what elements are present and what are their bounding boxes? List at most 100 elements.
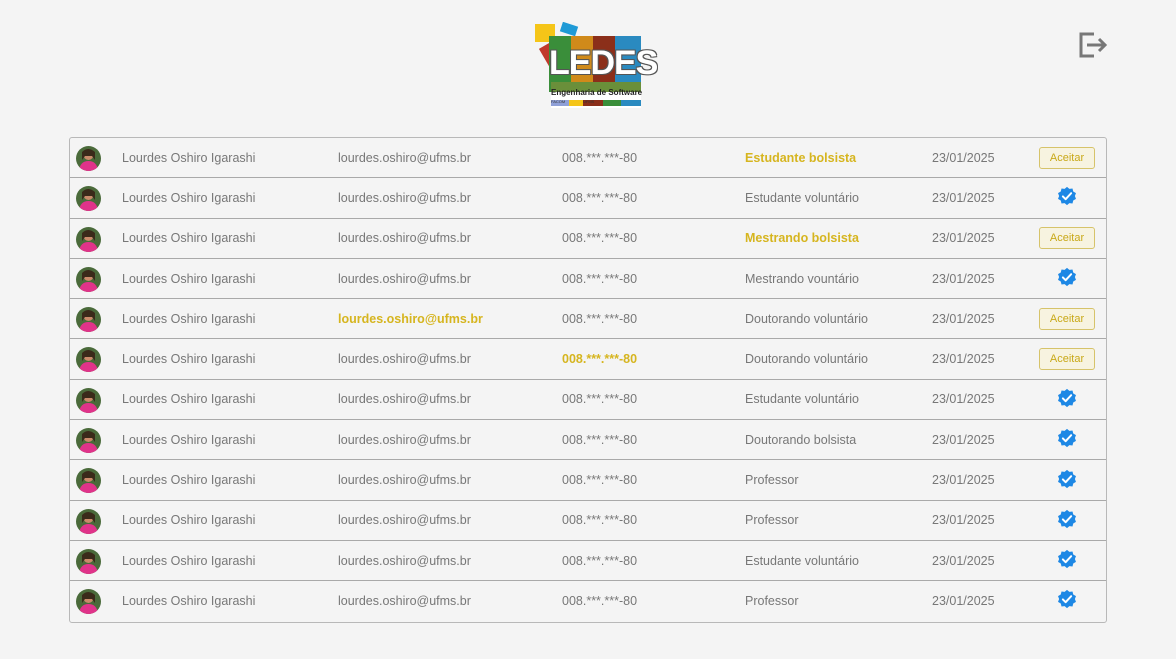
table-row: Lourdes Oshiro Igarashi lourdes.oshiro@uf… [70, 420, 1106, 461]
users-table: Lourdes Oshiro Igarashi lourdes.oshiro@uf… [69, 137, 1107, 623]
verified-check-icon [1056, 266, 1078, 291]
accept-button[interactable]: Aceitar [1038, 348, 1096, 371]
user-name: Lourdes Oshiro Igarashi [122, 473, 256, 488]
table-row: Lourdes Oshiro Igarashi lourdes.oshiro@uf… [70, 541, 1106, 582]
table-row: Lourdes Oshiro Igarashi lourdes.oshiro@uf… [70, 138, 1106, 179]
logo-wordmark: LEDES [549, 44, 658, 82]
user-email: lourdes.oshiro@ufms.br [338, 150, 471, 165]
user-name: Lourdes Oshiro Igarashi [122, 150, 256, 165]
user-name: Lourdes Oshiro Igarashi [122, 271, 256, 286]
row-action: Aceitar [1030, 219, 1104, 258]
table-row: Lourdes Oshiro Igarashi lourdes.oshiro@uf… [70, 339, 1106, 380]
user-role: Professor [745, 513, 799, 528]
avatar [76, 186, 101, 212]
ledes-logo: LEDES Engenharia de Software FACOM UFMS [535, 21, 658, 108]
user-email: lourdes.oshiro@ufms.br [338, 473, 471, 488]
user-cpf: 008.***.***-80 [562, 231, 638, 246]
user-role: Estudante bolsista [745, 150, 857, 165]
user-email: lourdes.oshiro@ufms.br [338, 432, 471, 447]
user-name: Lourdes Oshiro Igarashi [122, 513, 256, 528]
table-row: Lourdes Oshiro Igarashi lourdes.oshiro@uf… [70, 501, 1106, 541]
user-date: 23/01/2025 [932, 392, 995, 407]
verified-check-icon [1056, 387, 1078, 412]
user-role: Doutorando bolsista [745, 432, 857, 447]
user-cpf: 008.***.***-80 [562, 271, 638, 286]
user-email: lourdes.oshiro@ufms.br [338, 190, 471, 205]
table-row: Lourdes Oshiro Igarashi lourdes.oshiro@uf… [70, 259, 1106, 300]
user-cpf: 008.***.***-80 [562, 352, 638, 367]
user-email: lourdes.oshiro@ufms.br [338, 553, 471, 568]
user-date: 23/01/2025 [932, 593, 995, 608]
user-cpf: 008.***.***-80 [562, 311, 638, 326]
row-action [1030, 178, 1104, 217]
user-email: lourdes.oshiro@ufms.br [338, 392, 471, 407]
user-date: 23/01/2025 [932, 150, 995, 165]
user-name: Lourdes Oshiro Igarashi [122, 352, 256, 367]
avatar [76, 307, 101, 333]
user-cpf: 008.***.***-80 [562, 190, 638, 205]
user-cpf: 008.***.***-80 [562, 553, 638, 568]
row-action: Aceitar [1030, 138, 1104, 177]
user-date: 23/01/2025 [932, 231, 995, 246]
user-email: lourdes.oshiro@ufms.br [338, 271, 471, 286]
avatar [76, 226, 101, 252]
table-row: Lourdes Oshiro Igarashi lourdes.oshiro@uf… [70, 219, 1106, 259]
avatar [76, 468, 101, 494]
avatar [76, 428, 101, 454]
table-row: Lourdes Oshiro Igarashi lourdes.oshiro@uf… [70, 178, 1106, 219]
user-date: 23/01/2025 [932, 190, 995, 205]
user-cpf: 008.***.***-80 [562, 593, 638, 608]
user-name: Lourdes Oshiro Igarashi [122, 432, 256, 447]
row-action [1030, 259, 1104, 298]
user-email: lourdes.oshiro@ufms.br [338, 231, 471, 246]
verified-check-icon [1056, 468, 1078, 493]
avatar [76, 146, 101, 171]
user-name: Lourdes Oshiro Igarashi [122, 190, 256, 205]
row-action [1030, 541, 1104, 580]
logout-button[interactable] [1078, 32, 1108, 58]
table-row: Lourdes Oshiro Igarashi lourdes.oshiro@uf… [70, 380, 1106, 421]
table-row: Lourdes Oshiro Igarashi lourdes.oshiro@uf… [70, 581, 1106, 620]
avatar [76, 508, 101, 534]
user-role: Mestrando vountário [745, 271, 859, 286]
user-cpf: 008.***.***-80 [562, 473, 638, 488]
verified-check-icon [1056, 548, 1078, 573]
avatar [76, 266, 101, 292]
user-date: 23/01/2025 [932, 271, 995, 286]
row-action [1030, 581, 1104, 620]
row-action [1030, 420, 1104, 459]
user-date: 23/01/2025 [932, 473, 995, 488]
accept-button[interactable]: Aceitar [1038, 146, 1096, 169]
user-name: Lourdes Oshiro Igarashi [122, 311, 256, 326]
accept-button[interactable]: Aceitar [1038, 307, 1096, 330]
user-role: Estudante voluntário [745, 190, 859, 205]
user-role: Professor [745, 473, 799, 488]
user-date: 23/01/2025 [932, 553, 995, 568]
row-action: Aceitar [1030, 299, 1104, 338]
logo-subtitle: Engenharia de Software [551, 88, 643, 97]
table-row: Lourdes Oshiro Igarashi lourdes.oshiro@uf… [70, 299, 1106, 340]
logo-tag-ufms: UFMS [583, 99, 595, 104]
user-cpf: 008.***.***-80 [562, 392, 638, 407]
user-role: Mestrando bolsista [745, 231, 859, 246]
logo-tags: FACOM UFMS [551, 99, 641, 106]
logout-icon [1079, 32, 1108, 58]
user-email: lourdes.oshiro@ufms.br [338, 593, 471, 608]
user-date: 23/01/2025 [932, 311, 995, 326]
avatar [76, 589, 101, 615]
user-role: Estudante voluntário [745, 553, 859, 568]
accept-button[interactable]: Aceitar [1038, 227, 1096, 250]
user-role: Professor [745, 593, 799, 608]
user-date: 23/01/2025 [932, 352, 995, 367]
user-role: Doutorando voluntário [745, 311, 868, 326]
user-name: Lourdes Oshiro Igarashi [122, 231, 256, 246]
user-role: Doutorando voluntário [745, 352, 868, 367]
avatar [76, 347, 101, 373]
table-row: Lourdes Oshiro Igarashi lourdes.oshiro@uf… [70, 460, 1106, 501]
logo-tag-facom: FACOM [551, 99, 566, 104]
user-email: lourdes.oshiro@ufms.br [338, 513, 471, 528]
user-date: 23/01/2025 [932, 513, 995, 528]
verified-check-icon [1056, 427, 1078, 452]
user-cpf: 008.***.***-80 [562, 432, 638, 447]
verified-check-icon [1056, 508, 1078, 533]
